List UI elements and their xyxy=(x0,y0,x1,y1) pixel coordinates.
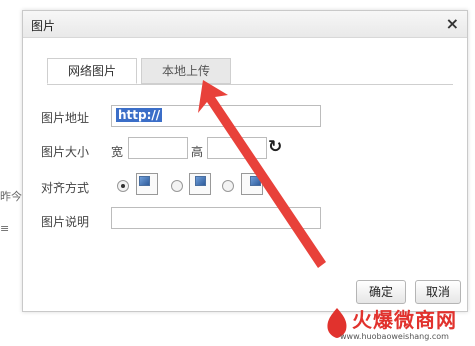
width-label: 宽 xyxy=(111,145,124,159)
caption-input[interactable] xyxy=(111,207,321,229)
align-left-icon[interactable] xyxy=(136,173,158,195)
close-icon[interactable]: × xyxy=(446,14,459,33)
width-input[interactable] xyxy=(128,137,188,159)
height-label: 高 xyxy=(191,145,204,159)
tab-bar: 网络图片 本地上传 xyxy=(47,58,453,85)
align-left-radio[interactable] xyxy=(117,180,129,192)
cancel-button[interactable]: 取消 xyxy=(415,280,461,304)
url-value: http:// xyxy=(116,108,163,122)
image-dialog: 图片 × 网络图片 本地上传 图片地址 http:// 图片大小 宽 高 ↻ 对… xyxy=(22,10,468,312)
url-input[interactable]: http:// xyxy=(111,105,321,127)
url-label: 图片地址 xyxy=(41,111,90,125)
caption-label: 图片说明 xyxy=(41,215,90,229)
size-label: 图片大小 xyxy=(41,145,90,159)
watermark-text: 火爆微商网 xyxy=(352,308,457,332)
background-glyph: ≡ xyxy=(0,222,10,235)
align-right-radio[interactable] xyxy=(222,180,234,192)
align-label: 对齐方式 xyxy=(41,181,90,195)
align-right-icon[interactable] xyxy=(241,173,263,195)
align-center-icon[interactable] xyxy=(189,173,211,195)
height-input[interactable] xyxy=(207,137,267,159)
dialog-titlebar: 图片 × xyxy=(23,11,467,38)
ok-button[interactable]: 确定 xyxy=(356,280,406,304)
refresh-icon[interactable]: ↻ xyxy=(268,137,282,157)
dialog-title: 图片 xyxy=(31,19,56,33)
watermark: 火爆微商网 www.huobaoweishang.com xyxy=(322,306,472,346)
tab-network-image[interactable]: 网络图片 xyxy=(47,58,137,84)
align-center-radio[interactable] xyxy=(171,180,183,192)
watermark-url: www.huobaoweishang.com xyxy=(340,332,449,341)
tab-local-upload[interactable]: 本地上传 xyxy=(141,58,231,84)
